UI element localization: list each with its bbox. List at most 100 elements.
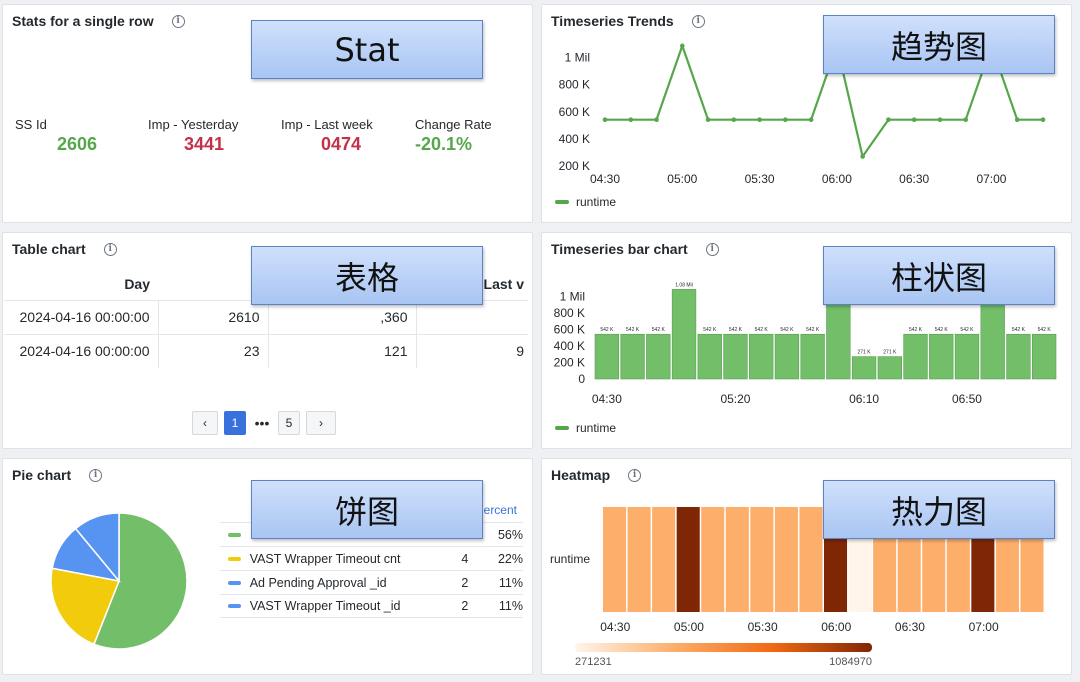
- stat-imp-last-week: Imp - Last week 0474: [281, 117, 373, 155]
- bar-data-label: 542 K: [755, 327, 769, 333]
- page-ellipsis: •••: [254, 415, 270, 431]
- panel-title[interactable]: Table chart i: [12, 241, 117, 257]
- bar-data-label: 542 K: [600, 327, 614, 333]
- data-point: [654, 117, 659, 122]
- info-icon[interactable]: i: [89, 468, 103, 482]
- x-tick-label: 06:30: [895, 620, 925, 634]
- stat-label: SS Id: [15, 117, 47, 132]
- bar-data-label: 542 K: [626, 327, 640, 333]
- legend-swatch: [228, 556, 241, 561]
- y-tick-label: 600 K: [554, 322, 585, 336]
- heatmap-cell: [774, 507, 798, 612]
- y-axis-label: runtime: [550, 552, 590, 566]
- x-tick-label: 05:30: [748, 620, 778, 634]
- bar-data-label: 271 K: [883, 350, 897, 356]
- chart-legend[interactable]: runtime: [555, 195, 616, 209]
- stat-label: Imp - Last week: [281, 117, 373, 132]
- legend-percent: 11%: [498, 575, 523, 590]
- heatmap-cell: [652, 507, 676, 612]
- data-point: [705, 117, 711, 122]
- data-point: [808, 117, 814, 122]
- bar: [723, 333, 748, 380]
- bar-data-label: 542 K: [652, 327, 666, 333]
- bar-data-label: 542 K: [780, 327, 794, 333]
- x-tick-label: 06:30: [899, 172, 929, 186]
- legend-row[interactable]: VAST Wrapper Timeout _id 2 11%: [220, 594, 523, 618]
- prev-page-button[interactable]: ‹: [192, 411, 218, 435]
- pagination: ‹ 1 ••• 5 ›: [192, 411, 336, 435]
- bar: [646, 333, 671, 380]
- stat-ss-id: SS Id 2606: [15, 117, 97, 155]
- bar: [697, 333, 722, 380]
- bar: [1031, 333, 1057, 380]
- stat-value: 3441: [184, 134, 225, 154]
- heatmap-cell: [701, 507, 725, 612]
- legend-row[interactable]: VAST Wrapper Timeout cnt 4 22%: [220, 546, 523, 570]
- data-point: [937, 117, 943, 122]
- bar: [671, 289, 697, 380]
- legend-value: 2: [461, 575, 469, 590]
- table-row[interactable]: 2024-04-16 00:00:00 2610 ,360: [4, 299, 528, 334]
- x-tick-label: 05:20: [720, 392, 750, 406]
- table-cell: [416, 299, 528, 334]
- table-cell: ,360: [268, 299, 417, 334]
- table-cell: 2024-04-16 00:00:00: [4, 299, 159, 334]
- y-tick-label: 400 K: [559, 132, 590, 146]
- data-point: [731, 117, 737, 122]
- x-tick-label: 06:50: [952, 392, 982, 406]
- legend-label: runtime: [576, 421, 617, 435]
- table-cell: 23: [158, 333, 269, 368]
- stat-change-rate: Change Rate -20.1%: [415, 117, 492, 155]
- scale-min-label: 271231: [575, 656, 612, 668]
- page-button-5[interactable]: 5: [278, 411, 300, 435]
- bar: [594, 333, 620, 380]
- chart-legend[interactable]: runtime: [555, 421, 616, 435]
- bar-data-label: 542 K: [703, 327, 717, 333]
- page-button-1[interactable]: 1: [224, 411, 246, 435]
- heatmap-cell: [676, 507, 700, 612]
- data-point: [679, 43, 685, 49]
- legend-name: VAST Wrapper Timeout cnt: [249, 551, 401, 566]
- data-point: [757, 117, 762, 122]
- scale-max-label: 1084970: [829, 656, 872, 668]
- stat-value: 0474: [321, 134, 362, 154]
- x-tick-label: 04:30: [590, 172, 620, 186]
- info-icon[interactable]: i: [171, 14, 185, 28]
- overlay-label-trends: 趋势图: [823, 15, 1055, 74]
- next-page-button[interactable]: ›: [306, 411, 336, 435]
- bar-data-label: 1.08 Mil: [675, 282, 693, 288]
- heatmap-cell: [627, 507, 651, 612]
- data-point: [783, 117, 788, 122]
- legend-value: 4: [461, 551, 469, 566]
- overlay-label-stat: Stat: [251, 20, 483, 79]
- legend-percent: 22%: [497, 551, 523, 566]
- panel-title[interactable]: Stats for a single row i: [12, 13, 185, 29]
- x-tick-label: 04:30: [600, 620, 630, 634]
- table-cell: 2024-04-16 00:00:00: [4, 333, 159, 368]
- table-row[interactable]: 2024-04-16 00:00:00 23 121 9: [4, 333, 528, 368]
- legend-label: runtime: [576, 195, 617, 209]
- panel-title[interactable]: Pie chart i: [12, 467, 103, 483]
- bar-data-label: 542 K: [909, 327, 923, 333]
- data-point: [886, 117, 891, 122]
- pie-chart[interactable]: [15, 485, 215, 675]
- bar: [774, 333, 800, 380]
- table-cell: 2610: [158, 299, 269, 334]
- color-scale-bar: [575, 643, 872, 652]
- x-tick-label: 05:00: [667, 172, 697, 186]
- legend-row[interactable]: Ad Pending Approval _id 2 11%: [220, 570, 523, 594]
- y-tick-label: 800 K: [559, 78, 590, 92]
- y-tick-label: 400 K: [554, 339, 585, 353]
- heatmap-cell: [750, 507, 774, 612]
- data-point: [1040, 117, 1046, 122]
- bar: [749, 333, 774, 380]
- info-icon[interactable]: i: [103, 242, 117, 256]
- legend-percent: 11%: [498, 599, 523, 613]
- data-point: [628, 117, 634, 122]
- stat-imp-yesterday: Imp - Yesterday 3441: [148, 117, 238, 155]
- x-tick-label: 04:30: [592, 392, 622, 406]
- data-point: [963, 117, 969, 122]
- stat-label: Imp - Yesterday: [148, 117, 239, 132]
- column-header[interactable]: Day: [4, 268, 158, 300]
- data-point: [1014, 117, 1020, 122]
